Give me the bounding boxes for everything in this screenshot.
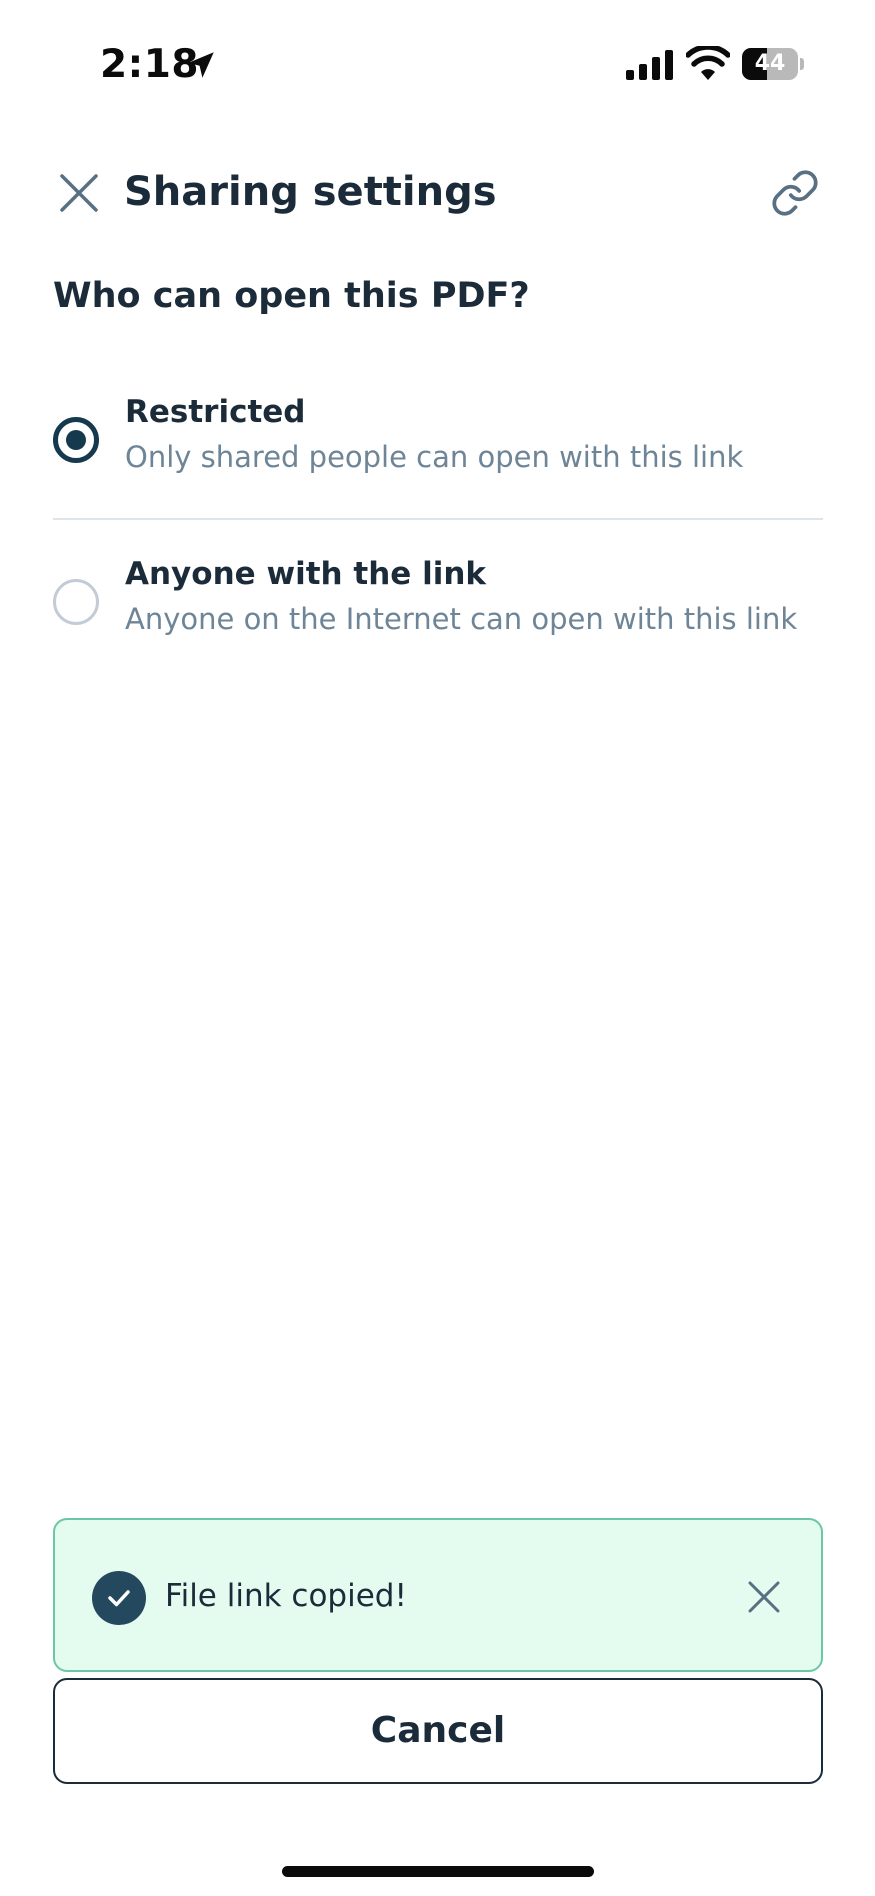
radio-restricted[interactable]	[53, 417, 99, 463]
option-label: Anyone with the link	[125, 556, 487, 592]
question-heading: Who can open this PDF?	[53, 276, 530, 316]
check-circle-icon	[92, 1571, 146, 1625]
link-icon[interactable]	[770, 168, 820, 218]
option-description: Only shared people can open with this li…	[125, 440, 744, 474]
close-icon[interactable]	[56, 170, 102, 216]
divider	[53, 518, 823, 520]
option-description: Anyone on the Internet can open with thi…	[125, 602, 798, 636]
cellular-signal-icon	[626, 50, 673, 80]
battery-level: 44	[754, 51, 786, 76]
radio-anyone-with-link[interactable]	[53, 579, 99, 625]
option-label: Restricted	[125, 394, 306, 430]
radio-dot	[66, 430, 86, 450]
toast-close-icon[interactable]	[745, 1578, 783, 1616]
option-restricted[interactable]: Restricted Only shared people can open w…	[53, 390, 823, 518]
wifi-icon	[686, 46, 730, 80]
toast-notification: File link copied!	[53, 1518, 823, 1672]
home-indicator[interactable]	[282, 1866, 594, 1877]
battery-nub	[800, 58, 804, 70]
battery-body: 44	[742, 48, 798, 80]
toast-message: File link copied!	[165, 1578, 407, 1614]
page-title: Sharing settings	[124, 169, 497, 215]
status-bar: 2:18 44	[0, 0, 875, 130]
battery-icon: 44	[742, 48, 804, 80]
option-anyone-with-link[interactable]: Anyone with the link Anyone on the Inter…	[53, 552, 823, 682]
cancel-button[interactable]: Cancel	[53, 1678, 823, 1784]
location-arrow-icon	[188, 52, 214, 78]
